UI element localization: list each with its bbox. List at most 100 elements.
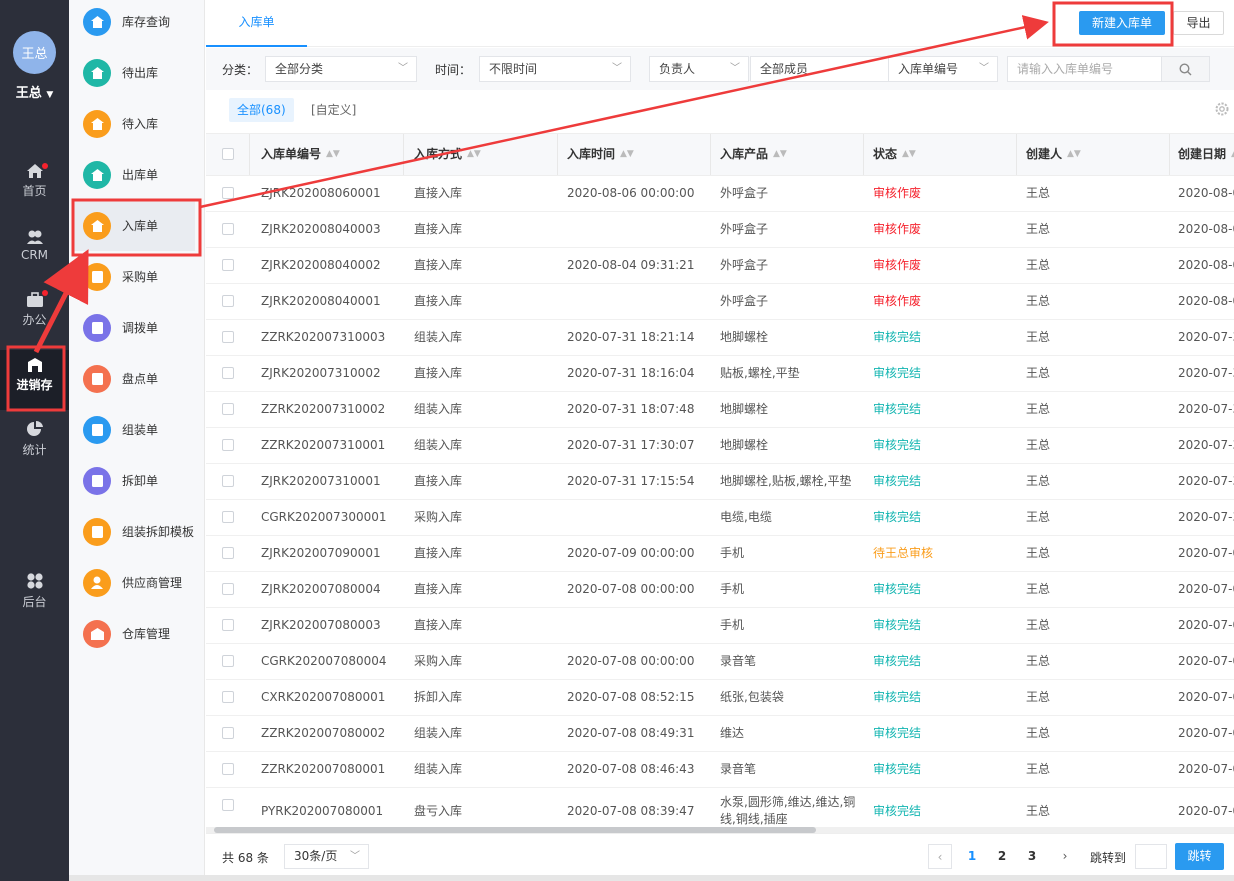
row-checkbox[interactable] [222, 511, 234, 523]
table-row[interactable]: ZJRK202007310002 直接入库 2020-07-31 18:16:04 贴… [206, 356, 1234, 392]
submenu-inbound-order[interactable]: 入库单 [73, 200, 195, 251]
row-checkbox[interactable] [222, 295, 234, 307]
row-checkbox[interactable] [222, 583, 234, 595]
sort-icon[interactable]: ▲▼ [902, 134, 916, 175]
cell-order-no: ZJRK202008060001 [261, 186, 381, 200]
sort-icon[interactable]: ▲▼ [326, 134, 340, 175]
submenu-assembly-order[interactable]: 组装单 [69, 404, 205, 455]
select-all-checkbox[interactable] [222, 148, 234, 160]
members-select[interactable]: 全部成员 [750, 56, 890, 82]
submenu-pending-in[interactable]: 待入库 [69, 98, 205, 149]
cell-inbound-type: 直接入库 [414, 618, 463, 632]
sort-icon[interactable]: ▲▼ [1067, 134, 1081, 175]
search-field-select[interactable]: 入库单编号 ﹀ [888, 56, 998, 82]
col-creator[interactable]: 创建人 ▲▼ [1026, 134, 1081, 175]
tab-inbound-order[interactable]: 入库单 [206, 0, 307, 47]
row-checkbox[interactable] [222, 727, 234, 739]
page-size-select[interactable]: 30条/页 ﹀ [284, 844, 369, 869]
time-select[interactable]: 不限时间 ﹀ [479, 56, 631, 82]
table-row[interactable]: ZJRK202008040002 直接入库 2020-08-04 09:31:21 外… [206, 248, 1234, 284]
owner-select[interactable]: 负责人 ﹀ [649, 56, 749, 82]
table-row[interactable]: ZJRK202008040003 直接入库 外呼盒子 审核作废 王总 2020-08-0 [206, 212, 1234, 248]
nav-office[interactable]: 办公 [0, 292, 69, 348]
submenu-disassembly-order[interactable]: 拆卸单 [69, 455, 205, 506]
submenu-label: 调拨单 [122, 321, 159, 335]
submenu-warehouse-management[interactable]: 仓库管理 [69, 608, 205, 659]
submenu-assembly-template[interactable]: 组装拆卸模板 [69, 506, 205, 557]
table-row[interactable]: PYRK202007080001 盘亏入库 2020-07-08 08:39:47 水… [206, 788, 1234, 828]
row-checkbox[interactable] [222, 619, 234, 631]
cell-creator: 王总 [1026, 690, 1051, 704]
table-row[interactable]: ZJRK202007090001 直接入库 2020-07-09 00:00:00 手… [206, 536, 1234, 572]
export-button[interactable]: 导出 [1173, 11, 1224, 35]
row-checkbox[interactable] [222, 691, 234, 703]
jump-button[interactable]: 跳转 [1175, 843, 1224, 870]
table-row[interactable]: ZJRK202007080004 直接入库 2020-07-08 00:00:00 手… [206, 572, 1234, 608]
submenu-purchase-order[interactable]: 采购单 [69, 251, 205, 302]
row-checkbox[interactable] [222, 655, 234, 667]
sort-icon[interactable]: ▲▼ [620, 134, 634, 175]
submenu-stocktake-order[interactable]: 盘点单 [69, 353, 205, 404]
col-status[interactable]: 状态 ▲▼ [873, 134, 916, 175]
table-row[interactable]: CXRK202007080001 拆卸入库 2020-07-08 08:52:15 纸… [206, 680, 1234, 716]
gear-icon[interactable] [1214, 101, 1230, 117]
table-row[interactable]: CGRK202007080004 采购入库 2020-07-08 00:00:00 录… [206, 644, 1234, 680]
category-select[interactable]: 全部分类 ﹀ [265, 56, 417, 82]
col-label: 入库时间 [567, 147, 616, 161]
nav-backend[interactable]: 后台 [0, 572, 69, 628]
col-products[interactable]: 入库产品 ▲▼ [720, 134, 787, 175]
row-checkbox[interactable] [222, 187, 234, 199]
row-checkbox[interactable] [222, 403, 234, 415]
table-row[interactable]: ZJRK202008060001 直接入库 2020-08-06 00:00:00 外… [206, 176, 1234, 212]
jump-page-input[interactable] [1135, 844, 1167, 869]
row-checkbox[interactable] [222, 547, 234, 559]
user-menu[interactable]: 王总 ▼ [0, 82, 69, 101]
row-checkbox[interactable] [222, 259, 234, 271]
table-row[interactable]: ZZRK202007310001 组装入库 2020-07-31 17:30:07 地… [206, 428, 1234, 464]
search-input[interactable]: 请输入入库单编号 [1007, 56, 1162, 82]
cell-status: 审核完结 [873, 330, 922, 344]
table-row[interactable]: ZZRK202007080002 组装入库 2020-07-08 08:49:31 维… [206, 716, 1234, 752]
row-checkbox[interactable] [222, 367, 234, 379]
table-row[interactable]: CGRK202007300001 采购入库 电缆,电缆 审核完结 王总 2020-07-3 [206, 500, 1234, 536]
sort-icon[interactable]: ▲▼ [467, 134, 481, 175]
col-inbound-type[interactable]: 入库方式 ▲▼ [414, 134, 481, 175]
table-row[interactable]: ZJRK202007310001 直接入库 2020-07-31 17:15:54 地… [206, 464, 1234, 500]
next-page-button[interactable]: › [1053, 844, 1077, 869]
col-order-no[interactable]: 入库单编号 ▲▼ [261, 134, 340, 175]
nav-inventory[interactable]: 进销存 [0, 350, 69, 410]
submenu-transfer-order[interactable]: 调拨单 [69, 302, 205, 353]
submenu-supplier-management[interactable]: 供应商管理 [69, 557, 205, 608]
row-checkbox[interactable] [222, 439, 234, 451]
row-checkbox[interactable] [222, 475, 234, 487]
row-checkbox[interactable] [222, 331, 234, 343]
col-created-date[interactable]: 创建日期▲▼ [1178, 134, 1234, 175]
table-row[interactable]: ZJRK202008040001 直接入库 外呼盒子 审核作废 王总 2020-08-0 [206, 284, 1234, 320]
segment-custom[interactable]: [自定义] [303, 98, 364, 122]
table-row[interactable]: ZZRK202007310003 组装入库 2020-07-31 18:21:14 地… [206, 320, 1234, 356]
table-row[interactable]: ZJRK202007080003 直接入库 手机 审核完结 王总 2020-07-0 [206, 608, 1234, 644]
nav-stats[interactable]: 统计 [0, 420, 69, 476]
col-inbound-time[interactable]: 入库时间 ▲▼ [567, 134, 634, 175]
submenu-outbound-order[interactable]: 出库单 [69, 149, 205, 200]
page-1[interactable]: 1 [957, 844, 987, 869]
submenu-stock-query[interactable]: 库存查询 [69, 0, 205, 47]
page-2[interactable]: 2 [987, 844, 1017, 869]
row-checkbox[interactable] [222, 223, 234, 235]
cell-inbound-type: 直接入库 [414, 294, 463, 308]
nav-crm[interactable]: CRM [0, 229, 69, 285]
segment-all[interactable]: 全部(68) [229, 98, 294, 122]
cell-inbound-type: 采购入库 [414, 654, 463, 668]
new-inbound-order-button[interactable]: 新建入库单 [1079, 11, 1165, 35]
search-button[interactable] [1161, 56, 1210, 82]
page-3[interactable]: 3 [1017, 844, 1047, 869]
row-checkbox[interactable] [222, 799, 234, 811]
table-row[interactable]: ZZRK202007080001 组装入库 2020-07-08 08:46:43 录… [206, 752, 1234, 788]
nav-home[interactable]: 首页 [0, 163, 69, 219]
prev-page-button[interactable]: ‹ [928, 844, 952, 869]
table-row[interactable]: ZZRK202007310002 组装入库 2020-07-31 18:07:48 地… [206, 392, 1234, 428]
row-checkbox[interactable] [222, 763, 234, 775]
submenu-pending-out[interactable]: 待出库 [69, 47, 205, 98]
avatar[interactable]: 王总 [13, 31, 56, 74]
sort-icon[interactable]: ▲▼ [773, 134, 787, 175]
